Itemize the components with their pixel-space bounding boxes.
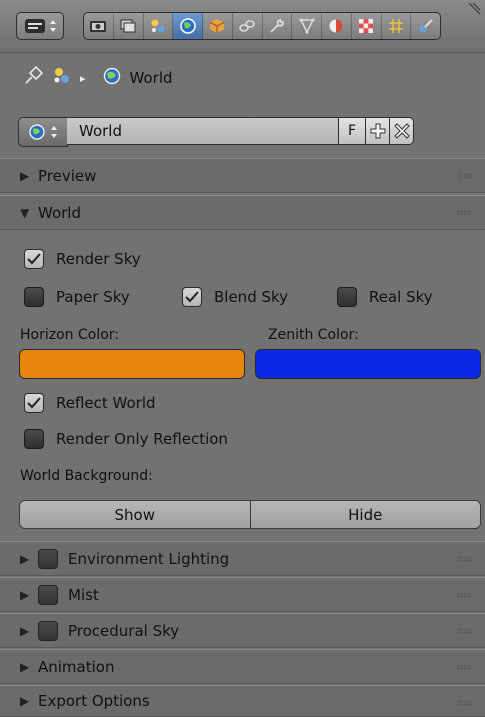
collapsed-triangle-icon: ▶ (20, 623, 30, 638)
checkbox-label: Paper Sky (56, 288, 130, 306)
show-button[interactable]: Show (20, 501, 250, 528)
render-only-reflection-checkbox[interactable]: Render Only Reflection (24, 426, 228, 452)
panel-drag-grip[interactable] (457, 556, 471, 562)
collapsed-triangle-icon: ▶ (20, 551, 30, 566)
hide-button[interactable]: Hide (249, 501, 480, 528)
object-icon[interactable] (203, 13, 233, 39)
pin-icon[interactable] (22, 65, 44, 91)
world-background-label: World Background: (20, 468, 153, 484)
checkmark-icon (185, 291, 199, 303)
panel-title: Environment Lighting (68, 549, 230, 568)
checkbox-box (24, 393, 44, 413)
expanded-triangle-icon: ▼ (20, 205, 30, 220)
collapsed-triangle-icon: ▶ (20, 659, 30, 674)
properties-header (0, 0, 485, 53)
checkmark-icon (27, 397, 41, 409)
add-world-button[interactable] (365, 117, 390, 145)
panel-title: Animation (38, 657, 115, 676)
checkbox-label: Render Only Reflection (56, 430, 228, 448)
panel-drag-grip[interactable] (457, 592, 471, 598)
checkbox-box (24, 249, 44, 269)
checkmark-icon (27, 253, 41, 265)
panel-animation-header[interactable]: ▶ Animation (0, 649, 485, 684)
fake-user-button[interactable]: F (338, 117, 366, 145)
checkbox-box (24, 429, 44, 449)
modifiers-icon[interactable] (263, 13, 293, 39)
panel-title: World (38, 203, 81, 222)
breadcrumb-separator: ▸ (80, 71, 86, 85)
checkbox-box (24, 287, 44, 307)
panel-title: Export Options (38, 692, 150, 710)
scene-icon[interactable] (144, 13, 174, 39)
panel-drag-grip[interactable] (457, 664, 471, 670)
render-layers-icon[interactable] (114, 13, 144, 39)
plus-icon (370, 123, 385, 139)
horizon-color-label: Horizon Color: (20, 327, 119, 343)
breadcrumb-world-label: World (129, 69, 173, 87)
context-tabs (83, 12, 441, 40)
collapsed-triangle-icon: ▶ (20, 694, 30, 708)
particles-icon[interactable] (382, 13, 412, 39)
zenith-color-swatch[interactable] (255, 349, 481, 379)
panel-environment-lighting-header[interactable]: ▶ Environment Lighting (0, 541, 485, 576)
properties-editor-icon (17, 13, 63, 39)
panel-procedural-sky-header[interactable]: ▶ Procedural Sky (0, 613, 485, 648)
panel-drag-grip[interactable] (457, 210, 471, 216)
panel-title: Mist (68, 585, 99, 604)
panel-enable-checkbox[interactable] (38, 584, 58, 605)
panel-drag-grip[interactable] (457, 628, 471, 634)
world-browse-button[interactable] (18, 117, 68, 147)
panel-enable-checkbox[interactable] (38, 548, 58, 569)
panel-enable-checkbox[interactable] (38, 620, 58, 641)
world-name-field[interactable]: World (67, 117, 339, 145)
physics-icon[interactable] (411, 13, 440, 39)
paper-sky-checkbox[interactable]: Paper Sky (24, 284, 130, 310)
collapsed-triangle-icon: ▶ (20, 587, 30, 602)
unlink-world-button[interactable] (389, 117, 414, 145)
up-down-arrows-icon (51, 126, 57, 138)
horizon-color-swatch[interactable] (19, 349, 245, 379)
editor-type-selector[interactable] (16, 12, 64, 40)
checkbox-box (337, 287, 357, 307)
panel-world-header[interactable]: ▼ World (0, 195, 485, 230)
area-corner-grip[interactable] (467, 2, 481, 16)
object-data-icon[interactable] (292, 13, 322, 39)
panel-preview-header[interactable]: ▶ Preview (0, 158, 485, 193)
world-icon[interactable] (173, 13, 203, 39)
reflect-world-checkbox[interactable]: Reflect World (24, 390, 156, 416)
render-icon[interactable] (84, 13, 114, 39)
constraints-icon[interactable] (233, 13, 263, 39)
checkbox-label: Blend Sky (214, 288, 289, 306)
checkbox-label: Real Sky (369, 288, 433, 306)
panel-drag-grip[interactable] (457, 700, 471, 706)
material-icon[interactable] (322, 13, 352, 39)
breadcrumb: ▸ World (22, 64, 173, 92)
real-sky-checkbox[interactable]: Real Sky (337, 284, 433, 310)
world-background-toggle: Show Hide (19, 500, 481, 529)
checkbox-label: Render Sky (56, 250, 141, 268)
collapsed-triangle-icon: ▶ (20, 168, 30, 183)
checkbox-box (182, 287, 202, 307)
panel-title: Preview (38, 166, 97, 185)
checkbox-label: Reflect World (56, 394, 156, 412)
panel-drag-grip[interactable] (457, 173, 471, 179)
zenith-color-label: Zenith Color: (268, 327, 359, 343)
panel-title: Procedural Sky (68, 621, 180, 640)
render-sky-checkbox[interactable]: Render Sky (24, 246, 141, 272)
panel-mist-header[interactable]: ▶ Mist (0, 577, 485, 612)
world-icon (29, 124, 45, 140)
panel-export-options-header[interactable]: ▶ Export Options (0, 685, 485, 717)
blend-sky-checkbox[interactable]: Blend Sky (182, 284, 288, 310)
scene-icon (52, 66, 72, 90)
texture-icon[interactable] (352, 13, 382, 39)
world-icon (102, 66, 122, 90)
world-datablock-selector: World F (18, 117, 414, 147)
close-icon (393, 123, 410, 139)
